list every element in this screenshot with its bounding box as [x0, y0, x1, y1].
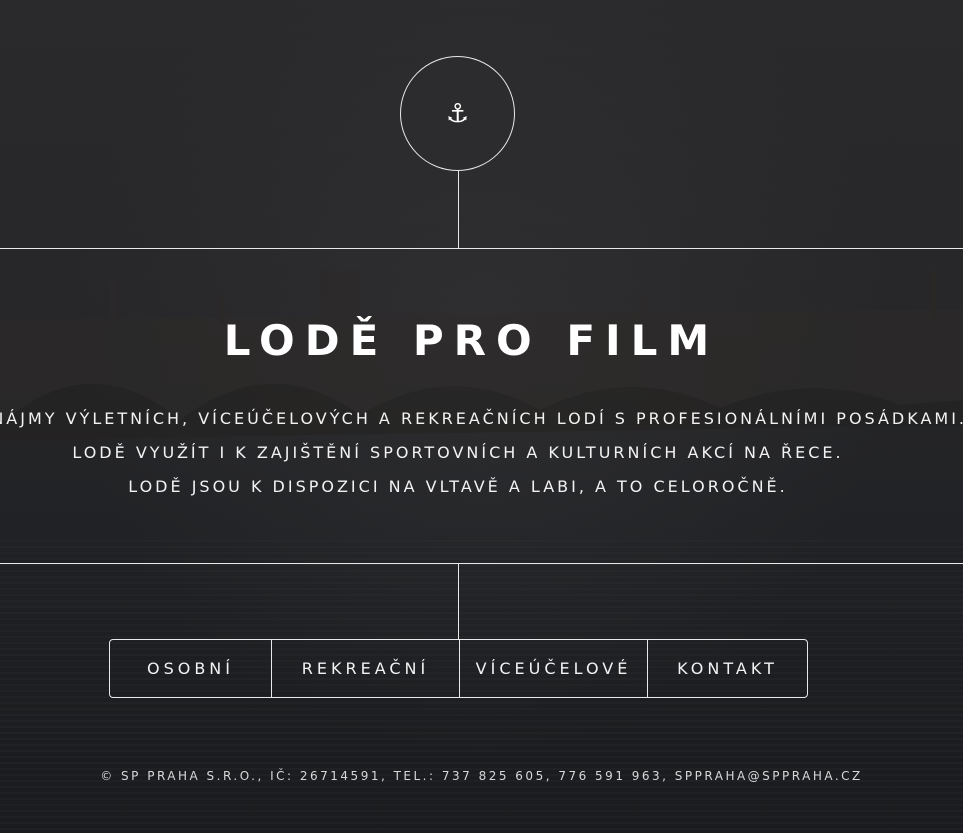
- page-background: ⚓ LODĚ PRO FILM PRONÁJMY VÝLETNÍCH, VÍCE…: [0, 0, 963, 833]
- page-title: LODĚ PRO FILM: [223, 316, 720, 365]
- main-navigation: OSOBNÍ REKREAČNÍ VÍCEÚČELOVÉ KONTAKT: [109, 639, 808, 698]
- nav-item-rekreacni[interactable]: REKREAČNÍ: [271, 640, 459, 697]
- logo-circle[interactable]: ⚓: [400, 56, 515, 171]
- divider-top: [0, 248, 963, 249]
- nav-item-kontakt[interactable]: KONTAKT: [647, 640, 807, 697]
- footer-contact: © SP PRAHA S.R.O., IČ: 26714591, TEL.: 7…: [100, 769, 863, 783]
- description-line: LODĚ JSOU K DISPOZICI NA VLTAVĚ A LABI, …: [128, 477, 788, 496]
- hero-description: PRONÁJMY VÝLETNÍCH, VÍCEÚČELOVÝCH A REKR…: [0, 402, 963, 504]
- description-line: PRONÁJMY VÝLETNÍCH, VÍCEÚČELOVÝCH A REKR…: [0, 409, 963, 428]
- description-line: LODĚ VYUŽÍT I K ZAJIŠTĚNÍ SPORTOVNÍCH A …: [72, 443, 844, 462]
- connector-line-top: [458, 171, 459, 248]
- nav-item-viceucelove[interactable]: VÍCEÚČELOVÉ: [459, 640, 647, 697]
- anchor-icon: ⚓: [445, 98, 470, 129]
- connector-line-bottom: [458, 563, 459, 639]
- nav-item-osobni[interactable]: OSOBNÍ: [110, 640, 271, 697]
- divider-bottom: [0, 563, 963, 564]
